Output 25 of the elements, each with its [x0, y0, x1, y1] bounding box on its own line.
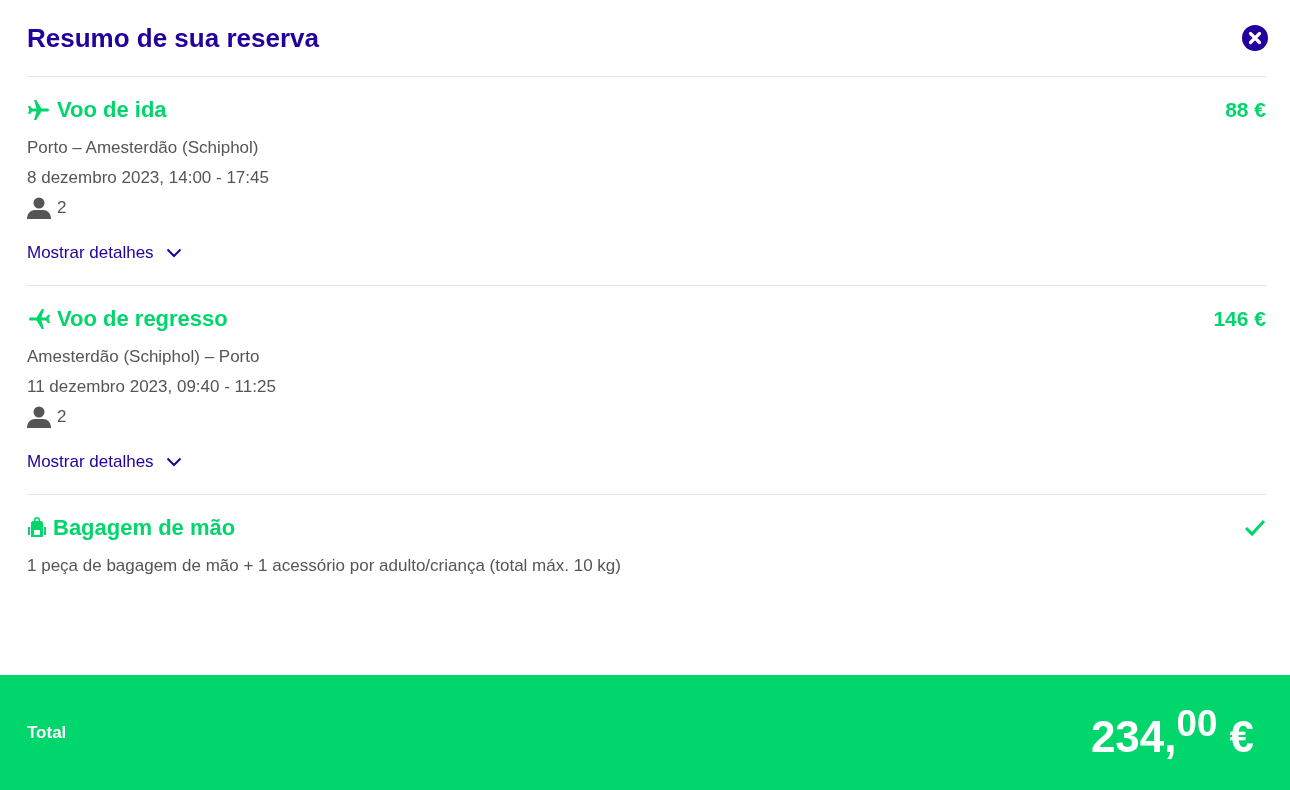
passenger-count: 2	[57, 406, 67, 428]
total-amount: 234,$^{00}$ €	[1090, 703, 1254, 762]
show-details-link[interactable]: Mostrar detalhes	[27, 243, 182, 263]
chevron-down-icon	[165, 248, 182, 258]
chevron-down-icon	[165, 457, 182, 467]
close-icon[interactable]	[1242, 25, 1268, 51]
dialog-title: Resumo de sua reserva	[27, 22, 319, 54]
total-label: Total	[27, 722, 67, 743]
price: 146 €	[1213, 307, 1266, 331]
detail-text: Porto – Amesterdão (Schiphol)	[27, 137, 260, 159]
detail-text: 1 peça de bagagem de mão + 1 acessório por adulto/criança (total máx. 10 kg)	[27, 555, 622, 577]
airplane-icon	[27, 307, 51, 331]
section-heading: Voo de ida	[57, 97, 167, 123]
person-icon	[27, 406, 51, 428]
backpack-icon	[27, 517, 47, 539]
section-heading: Voo de regresso	[57, 306, 228, 332]
price: 88 €	[1225, 98, 1266, 122]
show-details-link[interactable]: Mostrar detalhes	[27, 452, 182, 472]
passenger-count: 2	[57, 197, 67, 219]
airplane-icon	[27, 98, 51, 122]
detail-text: 11 dezembro 2023, 09:40 - 11:25	[27, 376, 277, 398]
detail-text: Amesterdão (Schiphol) – Porto	[27, 346, 261, 368]
person-icon	[27, 197, 51, 219]
detail-text: 8 dezembro 2023, 14:00 - 17:45	[27, 167, 270, 189]
section-heading: Bagagem de mão	[53, 515, 236, 541]
